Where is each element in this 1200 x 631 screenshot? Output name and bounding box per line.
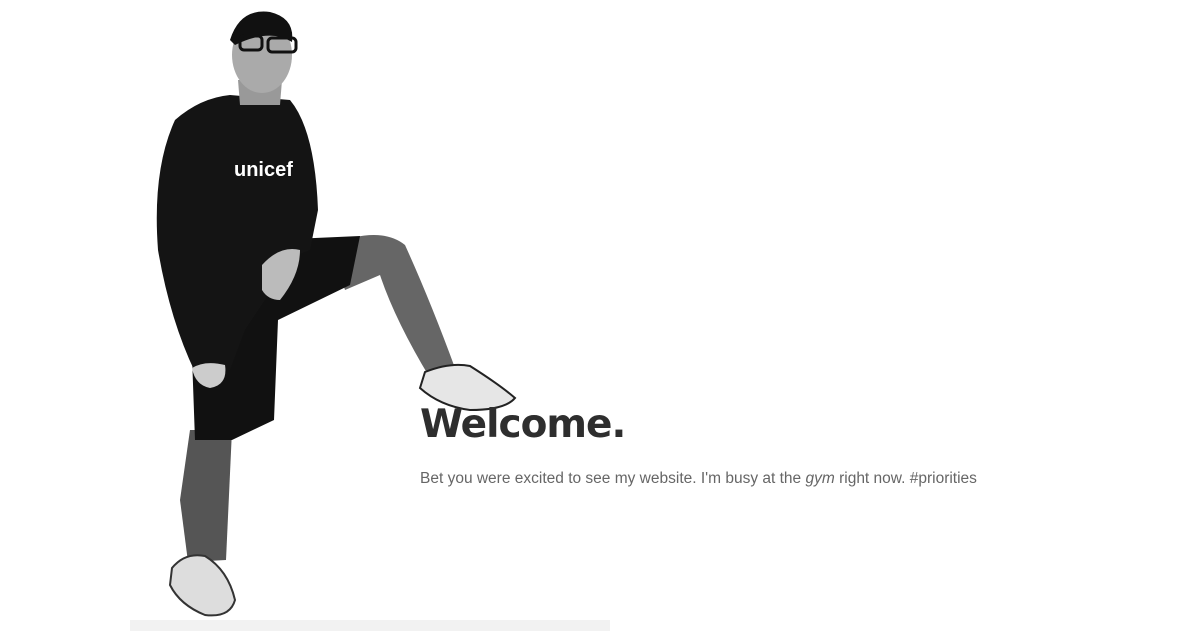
tagline-text-end: right now. #priorities (834, 470, 977, 487)
hoodie-logo: unicef (234, 159, 293, 181)
hero-photo: unicef (130, 11, 610, 631)
tagline: Bet you were excited to see my website. … (420, 470, 977, 488)
tagline-emphasis: gym (805, 470, 835, 487)
tagline-text: Bet you were excited to see my website. … (420, 470, 806, 487)
page-title: Welcome. (420, 402, 626, 447)
